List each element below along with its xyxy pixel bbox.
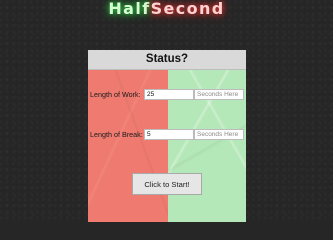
work-seconds-input[interactable]	[194, 89, 244, 100]
break-length-input[interactable]	[144, 129, 194, 140]
break-length-label: Length of Break:	[90, 130, 143, 139]
start-button[interactable]: Click to Start!	[132, 173, 202, 195]
break-seconds-input[interactable]	[194, 129, 244, 140]
work-length-input[interactable]	[144, 89, 194, 100]
work-length-label: Length of Work:	[90, 90, 141, 99]
app-title: HalfSecond	[0, 0, 333, 18]
timer-panel: Status? Length of Work: Length of Break:…	[88, 50, 246, 222]
app-title-half: Half	[108, 0, 151, 18]
app-title-second: Second	[150, 0, 225, 18]
status-header: Status?	[88, 50, 246, 70]
